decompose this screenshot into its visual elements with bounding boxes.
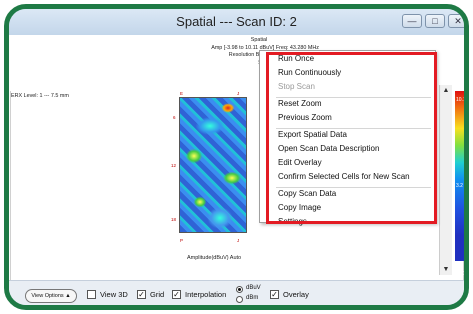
dbuv-radio[interactable] bbox=[236, 286, 243, 293]
vertical-scrollbar[interactable]: ▲ ▼ bbox=[439, 85, 452, 275]
view-options-button[interactable]: View Options ▲ bbox=[25, 289, 77, 303]
close-icon[interactable]: ✕ bbox=[448, 14, 464, 28]
window-title: Spatial --- Scan ID: 2 bbox=[176, 14, 297, 29]
overlay-checkbox[interactable]: ✓ bbox=[270, 290, 279, 299]
tick-y3: 18 bbox=[171, 217, 177, 222]
interpolation-label: Interpolation bbox=[185, 290, 227, 299]
triangle-up-icon: ▲ bbox=[65, 293, 71, 299]
info-heading: Spatial bbox=[250, 37, 268, 43]
scroll-down-icon[interactable]: ▼ bbox=[440, 266, 452, 273]
minimize-icon[interactable]: — bbox=[402, 14, 422, 28]
dbuv-label: dBuV bbox=[246, 285, 261, 291]
overlay-label: Overlay bbox=[283, 290, 309, 299]
tick-bottom-left: P bbox=[180, 238, 184, 243]
dbm-label: dBm bbox=[246, 295, 259, 301]
menu-highlight-box bbox=[266, 52, 437, 224]
tick-top-right: J bbox=[237, 91, 240, 96]
title-bar: Spatial --- Scan ID: 2 — □ ✕ bbox=[9, 9, 464, 35]
color-legend bbox=[455, 91, 464, 261]
tick-bottom-right: J bbox=[237, 238, 240, 243]
legend-bottom-value: -4.0 bbox=[456, 271, 465, 277]
view-options-label: View Options bbox=[31, 293, 64, 299]
view3d-label: View 3D bbox=[100, 290, 128, 299]
grid-checkbox[interactable]: ✓ bbox=[137, 290, 146, 299]
grid-label: Grid bbox=[150, 290, 165, 299]
bottom-toolbar: View Options ▲ View 3D ✓ Grid ✓ Interpol… bbox=[9, 280, 464, 305]
dbm-radio[interactable] bbox=[236, 296, 243, 303]
tick-y1: 6 bbox=[173, 115, 176, 120]
tick-y2: 12 bbox=[171, 163, 177, 168]
legend-mid-value: 3.2 bbox=[456, 183, 463, 189]
amplitude-label: Amplitude(dBuV) Auto bbox=[187, 255, 242, 261]
maximize-icon[interactable]: □ bbox=[425, 14, 445, 28]
interpolation-checkbox[interactable]: ✓ bbox=[172, 290, 181, 299]
legend-top-value: 10.1 bbox=[456, 97, 466, 103]
view3d-checkbox[interactable] bbox=[87, 290, 96, 299]
spatial-heatmap[interactable] bbox=[179, 97, 247, 233]
scroll-up-icon[interactable]: ▲ bbox=[440, 87, 452, 94]
tick-top-left: E bbox=[180, 91, 184, 96]
erx-level: ERX Level: 1 --- 7.5 mm bbox=[11, 93, 69, 99]
